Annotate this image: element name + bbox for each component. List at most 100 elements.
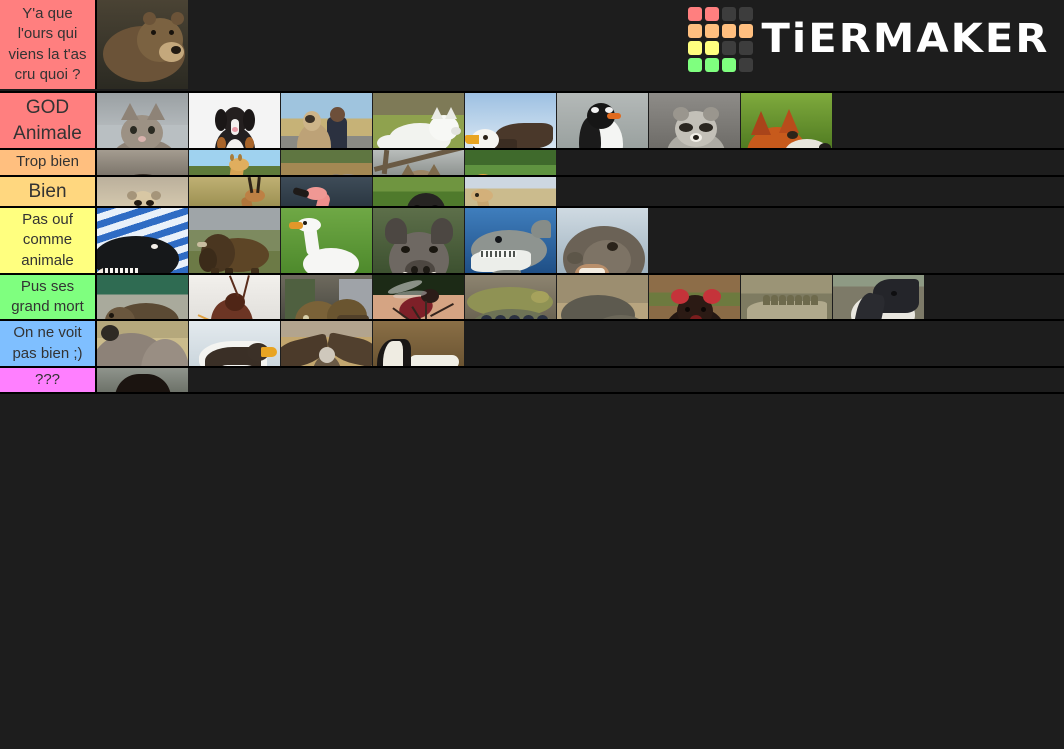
shape bbox=[127, 190, 137, 200]
logo-cell-yellow bbox=[687, 40, 702, 55]
tier-item-anaconda[interactable] bbox=[465, 274, 556, 320]
tier-item-brown-bear[interactable] bbox=[97, 0, 188, 89]
tier-item-arctic-wolf[interactable] bbox=[373, 93, 464, 149]
tier-item-raccoon[interactable] bbox=[649, 93, 740, 149]
shape bbox=[508, 251, 511, 258]
shape bbox=[385, 218, 407, 245]
tier-label-4[interactable]: Pas ouf comme animale bbox=[0, 208, 97, 273]
tier-item-vulture[interactable] bbox=[281, 321, 372, 366]
tier-item-skunk[interactable] bbox=[373, 321, 464, 366]
shape bbox=[465, 135, 479, 144]
shape bbox=[337, 314, 369, 320]
shape bbox=[245, 188, 265, 202]
tier-row-6: On ne voit pas bien ;) bbox=[0, 321, 1064, 368]
tier-item-rhinoceros[interactable] bbox=[97, 321, 188, 366]
tier-item-camel[interactable] bbox=[465, 176, 556, 207]
tier-rows: GOD Animale Trop bien Bien Pas ouf comme an… bbox=[0, 93, 1064, 395]
tier-item-red-fox[interactable] bbox=[741, 93, 832, 149]
shape bbox=[411, 266, 418, 273]
tier-item-tasmanian-devil[interactable] bbox=[649, 274, 740, 320]
shape bbox=[151, 30, 156, 35]
logo-cell-green bbox=[687, 57, 702, 72]
tier-item-anteater[interactable] bbox=[833, 274, 924, 320]
tier-label-1[interactable]: GOD Animale bbox=[0, 93, 97, 149]
tiermaker-board: Y'a que l'ours qui viens la t'as cru quo… bbox=[0, 0, 1064, 749]
shape bbox=[130, 268, 133, 273]
shape bbox=[217, 137, 226, 149]
shape bbox=[303, 314, 309, 320]
shape bbox=[763, 294, 770, 305]
tier-item-mosquito[interactable] bbox=[373, 274, 464, 320]
logo-cell-empty bbox=[721, 40, 736, 55]
tier-item-gorilla[interactable] bbox=[373, 176, 464, 207]
tier-row-3: Bien bbox=[0, 176, 1064, 209]
tier-item-gentoo-penguin[interactable] bbox=[557, 93, 648, 149]
logo-cell-orange bbox=[687, 23, 702, 38]
tier-item-wild-boar[interactable] bbox=[373, 208, 464, 273]
shape bbox=[401, 164, 415, 175]
tier-label-2[interactable]: Trop bien bbox=[0, 150, 97, 175]
tier-item-flamingo[interactable] bbox=[281, 176, 372, 207]
shape bbox=[143, 12, 156, 25]
logo-cell-empty bbox=[738, 40, 753, 55]
tier-item-giraffe[interactable] bbox=[189, 150, 280, 175]
tier-item-sea-lion[interactable] bbox=[557, 208, 648, 273]
tier-items-6 bbox=[97, 321, 1064, 366]
tier-item-meerkat[interactable] bbox=[97, 176, 188, 207]
tier-item-komodo-dragon[interactable] bbox=[557, 274, 648, 320]
logo-cell-green bbox=[704, 57, 719, 72]
brand-wordmark: TiERMAKER bbox=[761, 16, 1050, 62]
shape bbox=[481, 251, 483, 258]
shape bbox=[289, 222, 303, 230]
tier-item-crocodile[interactable] bbox=[741, 274, 832, 320]
tier-item-man-portrait[interactable] bbox=[97, 367, 188, 393]
shape bbox=[115, 268, 118, 273]
tier-item-bernese-mountain-dog[interactable] bbox=[189, 93, 280, 149]
logo-cell-orange bbox=[704, 23, 719, 38]
tier-item-goose[interactable] bbox=[281, 208, 372, 273]
shape bbox=[405, 260, 435, 273]
shape bbox=[101, 318, 113, 320]
tier-item-cockroach[interactable] bbox=[189, 274, 280, 320]
tier-item-snapping-turtle[interactable] bbox=[281, 274, 372, 320]
shape bbox=[679, 123, 693, 132]
shape bbox=[105, 268, 108, 273]
shape bbox=[110, 268, 113, 273]
tier-item-chimpanzee[interactable] bbox=[97, 150, 188, 175]
tier-item-stellers-sea-eagle[interactable] bbox=[189, 321, 280, 366]
shape bbox=[591, 107, 599, 113]
tier-label-7[interactable]: ??? bbox=[0, 367, 97, 393]
shape bbox=[451, 127, 461, 135]
tier-item-bald-eagle[interactable] bbox=[465, 93, 556, 149]
shape bbox=[215, 109, 227, 131]
tier-row-2: Trop bien bbox=[0, 150, 1064, 177]
shape bbox=[211, 268, 219, 273]
tier-item-orca[interactable] bbox=[97, 208, 188, 273]
shape bbox=[232, 127, 238, 132]
tier-label-0[interactable]: Y'a que l'ours qui viens la t'as cru quo… bbox=[0, 0, 97, 89]
tier-item-nutria[interactable] bbox=[97, 274, 188, 320]
tier-label-6[interactable]: On ne voit pas bien ;) bbox=[0, 321, 97, 366]
shape bbox=[121, 103, 139, 120]
shape bbox=[423, 266, 430, 273]
shape bbox=[537, 314, 548, 320]
tier-item-great-white-shark[interactable] bbox=[465, 208, 556, 273]
tier-item-tiger[interactable] bbox=[465, 150, 556, 175]
tier-item-gazelle[interactable] bbox=[189, 176, 280, 207]
shape bbox=[109, 312, 114, 318]
logo-grid-icon bbox=[687, 6, 753, 72]
shape bbox=[811, 294, 818, 305]
tier-item-kangal-dog-with-man[interactable] bbox=[281, 93, 372, 149]
shape bbox=[305, 115, 315, 123]
tier-item-elephant[interactable] bbox=[281, 150, 372, 175]
tier-item-bison[interactable] bbox=[189, 208, 280, 273]
shape bbox=[189, 176, 280, 207]
tier-label-5[interactable]: Pus ses grand mort bbox=[0, 274, 97, 320]
tier-item-kitten[interactable] bbox=[97, 93, 188, 149]
logo-cell-red bbox=[687, 6, 702, 21]
shape bbox=[751, 111, 771, 135]
logo-cell-orange bbox=[721, 23, 736, 38]
tier-item-owl[interactable] bbox=[373, 150, 464, 175]
logo-cell-green bbox=[721, 57, 736, 72]
tier-label-3[interactable]: Bien bbox=[0, 176, 97, 207]
